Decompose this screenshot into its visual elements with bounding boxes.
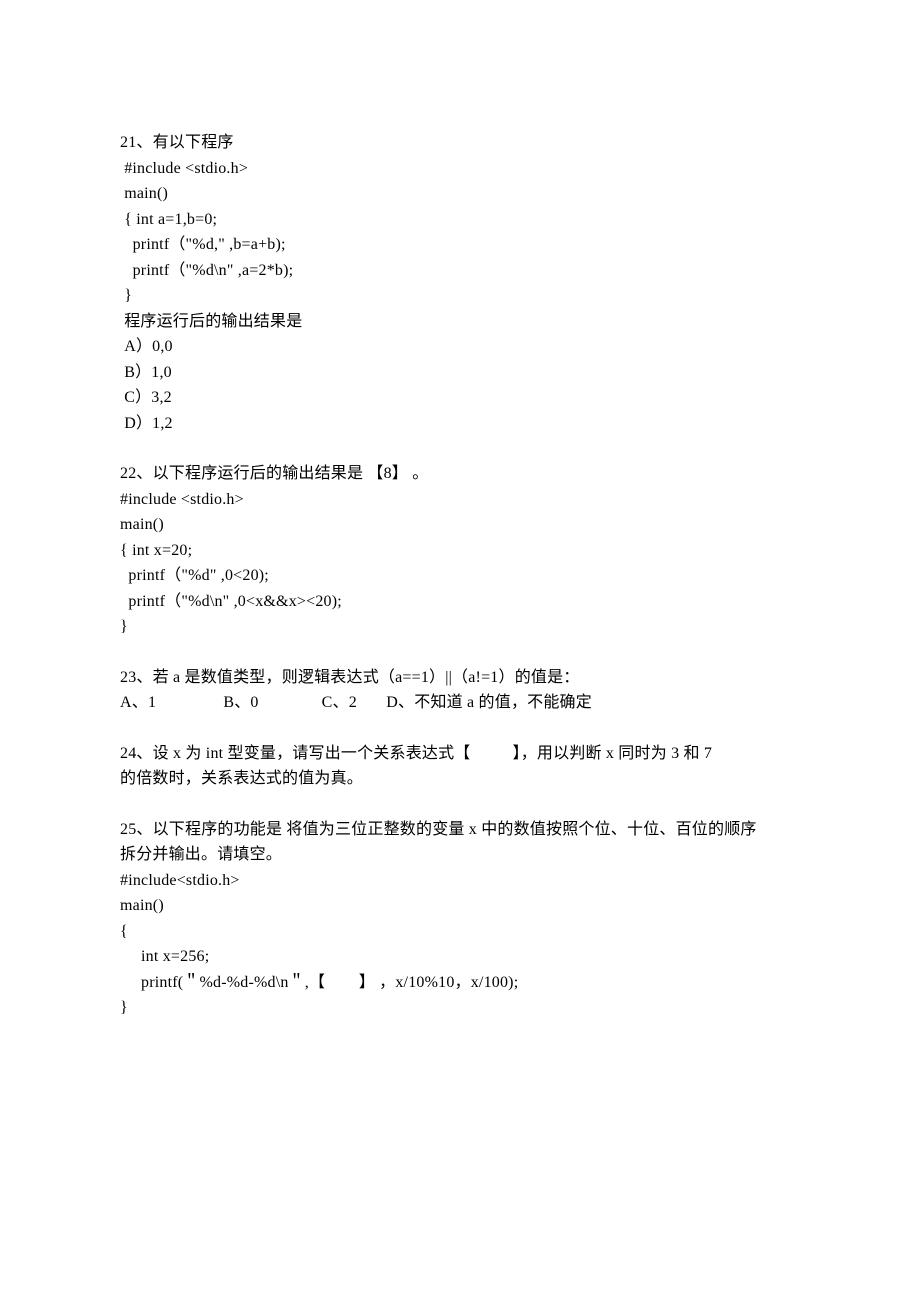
- q21-stem-line1: 21、有以下程序: [120, 130, 800, 156]
- q23-options: A、1 B、0 C、2 D、不知道 a 的值，不能确定: [120, 690, 800, 716]
- q22-code-line: printf（"%d" ,0<20);: [120, 563, 800, 589]
- section-gap: [120, 436, 800, 461]
- q22-code-line: printf（"%d\n" ,0<x&&x><20);: [120, 589, 800, 615]
- q24-line1: 24、设 x 为 int 型变量，请写出一个关系表达式【 】，用以判断 x 同时…: [120, 741, 800, 767]
- section-gap: [120, 792, 800, 817]
- q24-line2: 的倍数时，关系表达式的值为真。: [120, 766, 800, 792]
- q22-stem-line1: 22、以下程序运行后的输出结果是 【8】 。: [120, 461, 800, 487]
- q21-code-line: { int a=1,b=0;: [120, 207, 800, 233]
- q25-code-line: printf(＂%d-%d-%d\n＂,【 】 ，x/10%10，x/100);: [120, 970, 800, 996]
- q25-code-line: #include<stdio.h>: [120, 868, 800, 894]
- q21-option-a: A）0,0: [120, 334, 800, 360]
- q21-option-c: C）3,2: [120, 385, 800, 411]
- q25-code-line: int x=256;: [120, 944, 800, 970]
- q25-stem-line1: 25、以下程序的功能是 将值为三位正整数的变量 x 中的数值按照个位、十位、百位…: [120, 817, 800, 843]
- section-gap: [120, 640, 800, 665]
- q22-code-line: main(): [120, 512, 800, 538]
- q25-code-line: }: [120, 995, 800, 1021]
- q23-stem: 23、若 a 是数值类型，则逻辑表达式（a==1）||（a!=1）的值是：: [120, 665, 800, 691]
- q21-code-line: printf（"%d\n" ,a=2*b);: [120, 258, 800, 284]
- q22-code-line: #include <stdio.h>: [120, 487, 800, 513]
- q22-code-line: { int x=20;: [120, 538, 800, 564]
- q25-code-line: main(): [120, 893, 800, 919]
- document-page: 21、有以下程序 #include <stdio.h> main() { int…: [0, 0, 920, 1302]
- q21-code-line: }: [120, 283, 800, 309]
- section-gap: [120, 716, 800, 741]
- q25-code-line: {: [120, 919, 800, 945]
- q25-stem-line2: 拆分并输出。请填空。: [120, 842, 800, 868]
- q21-option-d: D）1,2: [120, 411, 800, 437]
- q21-prompt: 程序运行后的输出结果是: [120, 309, 800, 335]
- q21-option-b: B）1,0: [120, 360, 800, 386]
- q21-code-line: printf（"%d," ,b=a+b);: [120, 232, 800, 258]
- q22-code-line: }: [120, 614, 800, 640]
- q21-code-line: #include <stdio.h>: [120, 156, 800, 182]
- q21-code-line: main(): [120, 181, 800, 207]
